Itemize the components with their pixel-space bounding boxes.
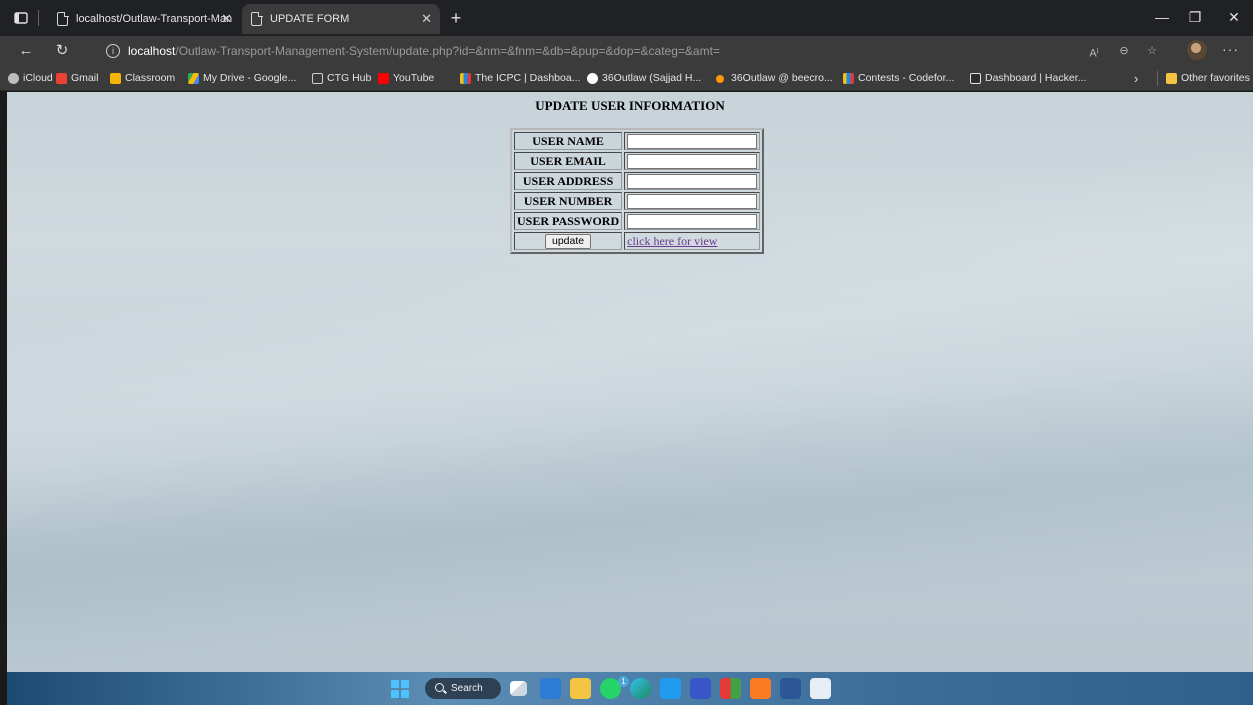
user-name-input[interactable] — [627, 133, 758, 149]
bookmark-item[interactable]: YouTube — [378, 66, 434, 91]
bookmark-item[interactable]: My Drive - Google... — [188, 66, 296, 91]
close-window-icon[interactable]: ✕ — [1224, 7, 1244, 27]
taskbar-search[interactable]: Search — [425, 678, 501, 699]
bookmark-item[interactable]: CTG Hub — [312, 66, 371, 91]
zoom-icon[interactable]: ⊖ — [1114, 41, 1134, 61]
snipping-tool-icon[interactable] — [810, 678, 831, 699]
task-view-icon[interactable] — [510, 681, 527, 696]
app-icon[interactable] — [690, 678, 711, 699]
page-title: UPDATE USER INFORMATION — [535, 98, 725, 113]
page-viewport: UPDATE USER INFORMATION USER NAME USER E… — [7, 92, 1253, 672]
bookmark-item[interactable]: The ICPC | Dashboa... — [460, 66, 580, 91]
read-aloud-icon[interactable]: Aꞁ — [1084, 41, 1104, 61]
update-user-form: USER NAME USER EMAIL USER ADDRESS USER N… — [510, 128, 765, 254]
codeforces-icon — [843, 73, 854, 84]
minimize-icon[interactable]: — — [1152, 7, 1172, 27]
tab-divider — [38, 10, 39, 26]
bookmark-item[interactable]: Classroom — [110, 66, 175, 91]
search-icon — [435, 683, 444, 692]
store-icon[interactable] — [540, 678, 561, 699]
tab-update-form[interactable]: UPDATE FORM ✕ — [242, 4, 440, 34]
back-icon[interactable]: ← — [16, 41, 36, 61]
bookmark-item[interactable]: iCloud — [8, 66, 53, 91]
form-row: USER EMAIL — [514, 152, 761, 170]
gmail-icon — [56, 73, 67, 84]
user-number-input[interactable] — [627, 193, 758, 209]
bookmark-item[interactable]: Gmail — [56, 66, 98, 91]
field-label: USER NUMBER — [514, 192, 623, 210]
classroom-icon — [110, 73, 121, 84]
bookmarks-divider — [1157, 71, 1158, 86]
form-row: USER NUMBER — [514, 192, 761, 210]
user-email-input[interactable] — [627, 153, 758, 169]
field-label: USER ADDRESS — [514, 172, 623, 190]
icpc-icon — [460, 73, 471, 84]
folder-icon — [1166, 73, 1177, 84]
bookmarks-overflow-icon[interactable]: › — [1134, 66, 1138, 91]
app-icon[interactable] — [720, 678, 741, 699]
page-icon — [57, 11, 69, 26]
beecrowd-icon — [716, 75, 724, 83]
field-label: USER EMAIL — [514, 152, 623, 170]
xampp-icon[interactable] — [750, 678, 771, 699]
profile-avatar[interactable] — [1187, 40, 1207, 60]
notification-badge: 1 — [618, 676, 629, 687]
hackerrank-icon — [970, 73, 981, 84]
url-host: localhost — [128, 44, 176, 58]
update-button[interactable]: update — [545, 233, 592, 249]
url-path: /Outlaw-Transport-Management-System/upda… — [175, 44, 720, 58]
address-bar[interactable]: i localhost/Outlaw-Transport-Management-… — [92, 40, 1172, 62]
edge-icon[interactable] — [630, 678, 651, 699]
close-tab-icon[interactable]: ✕ — [221, 4, 232, 34]
bookmark-item[interactable]: Contests - Codefor... — [843, 66, 954, 91]
other-favorites-folder[interactable]: Other favorites — [1166, 66, 1250, 91]
windows-start-icon[interactable] — [391, 680, 409, 698]
google-drive-icon — [188, 73, 199, 84]
favorite-star-icon[interactable]: ☆ — [1142, 41, 1162, 61]
tab-actions-icon[interactable] — [12, 9, 30, 27]
user-password-input[interactable] — [627, 213, 758, 229]
refresh-icon[interactable]: ↻ — [52, 41, 72, 61]
tab-title: UPDATE FORM — [270, 13, 350, 25]
view-link[interactable]: click here for view — [627, 234, 717, 248]
tab-bar: localhost/Outlaw-Transport-Man ✕ UPDATE … — [0, 0, 1253, 36]
new-tab-icon[interactable]: + — [444, 5, 468, 31]
form-actions-row: update click here for view — [514, 232, 761, 250]
youtube-icon — [378, 73, 389, 84]
tab-title: localhost/Outlaw-Transport-Man — [76, 13, 233, 25]
form-row: USER NAME — [514, 132, 761, 150]
apple-icon — [8, 73, 19, 84]
bookmark-item[interactable]: 36Outlaw @ beecro... — [716, 66, 833, 91]
file-explorer-icon[interactable] — [570, 678, 591, 699]
page-icon — [312, 73, 323, 84]
page-icon — [251, 11, 263, 26]
form-row: USER PASSWORD — [514, 212, 761, 230]
bookmark-item[interactable]: Dashboard | Hacker... — [970, 66, 1086, 91]
vscode-icon[interactable] — [660, 678, 681, 699]
site-info-icon[interactable]: i — [106, 44, 120, 58]
restore-icon[interactable]: ❐ — [1185, 7, 1205, 27]
bookmark-item[interactable]: 36Outlaw (Sajjad H... — [587, 66, 701, 91]
github-icon — [587, 73, 598, 84]
bookmarks-bar: iCloud Gmail Classroom My Drive - Google… — [0, 66, 1253, 91]
windows-taskbar: Search — [7, 672, 1253, 705]
close-tab-icon[interactable]: ✕ — [421, 4, 432, 34]
tab-outlaw-transport[interactable]: localhost/Outlaw-Transport-Man ✕ — [48, 4, 240, 34]
field-label: USER PASSWORD — [514, 212, 623, 230]
user-address-input[interactable] — [627, 173, 758, 189]
more-options-icon[interactable]: ··· — [1222, 41, 1239, 57]
field-label: USER NAME — [514, 132, 623, 150]
form-row: USER ADDRESS — [514, 172, 761, 190]
word-icon[interactable] — [780, 678, 801, 699]
browser-toolbar: ← ↻ i localhost/Outlaw-Transport-Managem… — [0, 36, 1253, 66]
